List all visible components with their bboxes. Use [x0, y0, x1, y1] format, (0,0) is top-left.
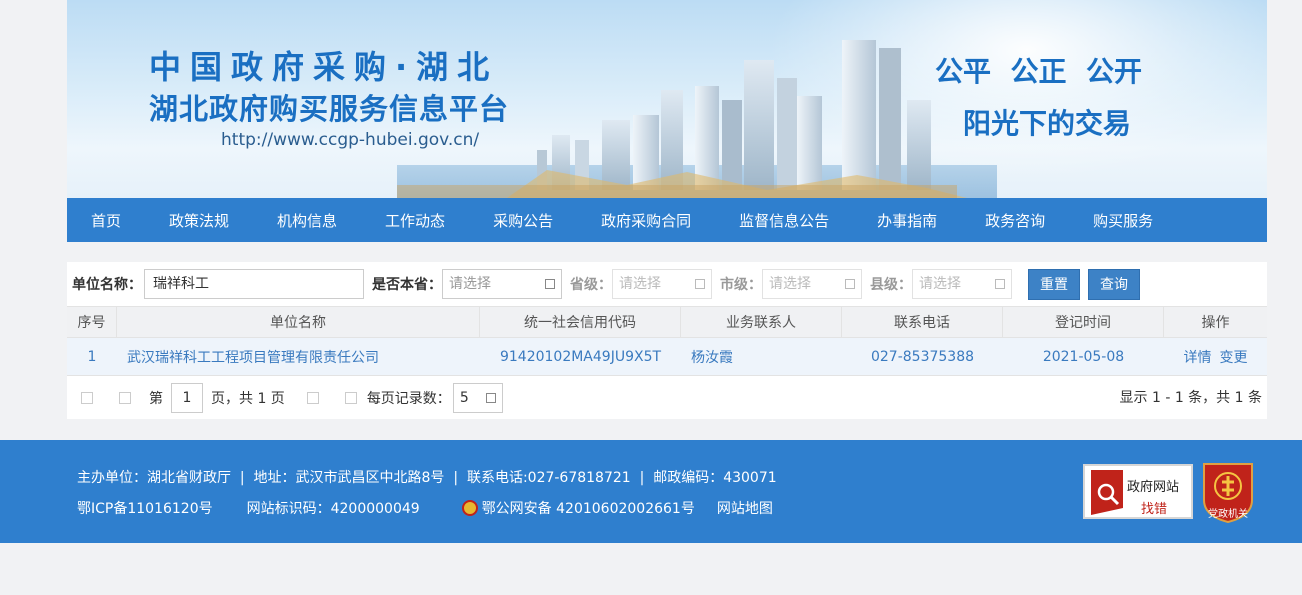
col-index: 序号	[67, 307, 117, 337]
prev-page-icon[interactable]	[119, 392, 131, 404]
row-date: 2021-05-08	[1042, 348, 1125, 365]
dropdown-icon	[695, 279, 705, 289]
nav-contracts[interactable]: 政府采购合同	[597, 210, 711, 231]
nav-purchase-services[interactable]: 购买服务	[1089, 210, 1173, 231]
header-banner: 中国政府采购·湖北 湖北政府购买服务信息平台 http://www.ccgp-h…	[67, 0, 1267, 198]
dropdown-icon	[485, 393, 496, 403]
row-unit-name[interactable]: 武汉瑞祥科工工程项目管理有限责任公司	[117, 338, 480, 375]
col-actions: 操作	[1201, 315, 1230, 331]
nav-supervision[interactable]: 监督信息公告	[735, 210, 849, 231]
slogan-line2: 阳光下的交易	[963, 107, 1132, 140]
last-page-icon[interactable]	[344, 392, 357, 404]
pagination-summary: 显示 1 - 1 条，共 1 条	[1119, 390, 1262, 406]
search-panel: 单位名称： 瑞祥科工 是否本省： 请选择 省级： 请选择 市级： 请选择 县级：…	[67, 262, 1267, 419]
col-unit-name: 单位名称	[117, 307, 480, 337]
row-contact: 杨汝霞	[691, 349, 733, 366]
per-page-value: 5	[459, 390, 469, 406]
nav-procurement-notices[interactable]: 采购公告	[489, 210, 573, 231]
first-page-icon[interactable]	[81, 392, 93, 404]
badge-title: 政府网站	[1127, 480, 1180, 495]
unit-name-label: 单位名称：	[72, 277, 142, 293]
nav-consult[interactable]: 政务咨询	[981, 210, 1065, 231]
col-credit-code: 统一社会信用代码	[480, 307, 681, 337]
row-index: 1	[87, 348, 97, 365]
search-button[interactable]: 查询	[1088, 268, 1140, 300]
party-gov-badge[interactable]: 党政机关	[1200, 460, 1256, 524]
city-placeholder: 请选择	[769, 276, 811, 292]
slogan-line1: 公平 公正 公开	[935, 55, 1142, 88]
table-header: 序号 单位名称 统一社会信用代码 业务联系人 联系电话 登记时间 操作	[67, 306, 1267, 338]
nav-news[interactable]: 工作动态	[381, 210, 465, 231]
province-label: 省级：	[570, 277, 612, 293]
is-local-label: 是否本省：	[372, 277, 442, 293]
change-link[interactable]: 变更	[1220, 347, 1248, 367]
city-select[interactable]: 请选择	[762, 269, 862, 299]
table-row: 1 武汉瑞祥科工工程项目管理有限责任公司 91420102MA49JU9X5T …	[67, 338, 1267, 376]
col-contact: 业务联系人	[681, 307, 842, 337]
province-select[interactable]: 请选择	[612, 269, 712, 299]
nav-guide[interactable]: 办事指南	[873, 210, 957, 231]
police-record[interactable]: 鄂公网安备 42010602002661号	[461, 498, 717, 518]
site-title-line1: 中国政府采购·湖北	[149, 48, 499, 86]
party-gov-badge-text: 党政机关	[1208, 509, 1248, 520]
site-url: http://www.ccgp-hubei.gov.cn/	[221, 130, 480, 150]
is-local-select[interactable]: 请选择	[442, 269, 562, 299]
badge-subtitle: 找错	[1141, 502, 1168, 517]
reset-button[interactable]: 重置	[1028, 268, 1080, 300]
dropdown-icon	[845, 279, 855, 289]
city-label: 市级：	[720, 277, 762, 293]
icp-link[interactable]: 鄂ICP备11016120号	[77, 498, 213, 518]
row-actions: 详情 变更	[1164, 338, 1267, 375]
dropdown-icon	[545, 279, 555, 289]
site-title-line2: 湖北政府购买服务信息平台	[149, 92, 510, 126]
nav-home[interactable]: 首页	[87, 210, 141, 231]
province-placeholder: 请选择	[619, 276, 661, 292]
page-suffix: 页，共 1 页	[211, 391, 285, 407]
page-number-input[interactable]: 1	[171, 383, 203, 413]
police-record-text: 鄂公网安备 42010602002661号	[481, 501, 695, 517]
per-page-label: 每页记录数：	[366, 391, 451, 407]
nav-policy[interactable]: 政策法规	[165, 210, 249, 231]
gov-site-error-badge[interactable]: 政府网站 找错	[1083, 464, 1193, 519]
footer: 主办单位：湖北省财政厅 | 地址：武汉市武昌区中北路8号 | 联系电话:027-…	[0, 440, 1302, 543]
footer-info-line: 主办单位：湖北省财政厅 | 地址：武汉市武昌区中北路8号 | 联系电话:027-…	[77, 470, 777, 486]
filter-bar: 单位名称： 瑞祥科工 是否本省： 请选择 省级： 请选择 市级： 请选择 县级：…	[67, 262, 1267, 306]
row-credit-code: 91420102MA49JU9X5T	[499, 348, 662, 365]
per-page-select[interactable]: 5	[452, 383, 503, 413]
unit-name-input[interactable]: 瑞祥科工	[144, 269, 364, 299]
is-local-placeholder: 请选择	[449, 276, 491, 292]
col-date: 登记时间	[1003, 307, 1164, 337]
footer-registration-line: 鄂ICP备11016120号 网站标识码：4200000049 鄂公网安备 42…	[77, 498, 795, 518]
dropdown-icon	[995, 279, 1005, 289]
nav-institutions[interactable]: 机构信息	[273, 210, 357, 231]
county-select[interactable]: 请选择	[912, 269, 1012, 299]
county-label: 县级：	[870, 277, 912, 293]
page-prefix: 第	[149, 391, 163, 407]
county-placeholder: 请选择	[919, 276, 961, 292]
site-code: 网站标识码：4200000049	[246, 501, 420, 517]
sitemap-link[interactable]: 网站地图	[717, 498, 773, 518]
row-phone: 027-85375388	[870, 348, 975, 365]
next-page-icon[interactable]	[306, 392, 319, 404]
police-emblem-icon	[461, 500, 478, 516]
magnifier-icon	[1091, 470, 1123, 515]
detail-link[interactable]: 详情	[1184, 347, 1212, 367]
col-phone: 联系电话	[842, 307, 1003, 337]
pagination: 第 1 页，共 1 页 每页记录数： 5 显示 1 - 1 条，共 1 条	[67, 377, 1267, 419]
main-nav: 首页 政策法规 机构信息 工作动态 采购公告 政府采购合同 监督信息公告 办事指…	[67, 198, 1267, 242]
